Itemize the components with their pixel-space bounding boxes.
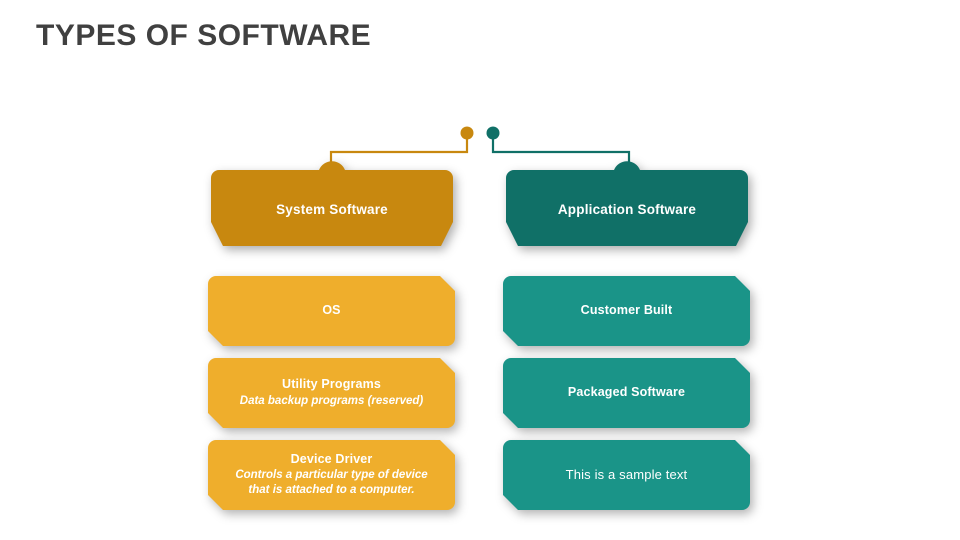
branch-application-software[interactable]: Application Software [506, 160, 748, 246]
child-subtitle-device-driver-line2: that is attached to a computer. [248, 484, 415, 497]
child-box-packaged-software[interactable]: Packaged Software [503, 358, 750, 428]
branch-header-application[interactable]: Application Software [506, 160, 748, 246]
child-title-os: OS [322, 303, 341, 318]
child-title-sample-text: This is a sample text [565, 466, 688, 482]
connector-lines [329, 126, 631, 170]
page-title: TYPES OF SOFTWARE [36, 19, 372, 52]
child-subtitle-utility-programs: Data backup programs (reserved) [239, 394, 424, 407]
branch-system-software[interactable]: System Software [211, 160, 453, 246]
child-title-packaged-software: Packaged Software [567, 385, 686, 400]
connector-dot-system [460, 126, 474, 140]
branch-label-system: System Software [276, 201, 388, 217]
child-list-system: OS Utility Programs Data backup programs… [208, 264, 455, 510]
child-box-utility-programs[interactable]: Utility Programs Data backup programs (r… [208, 358, 455, 428]
child-box-customer-built[interactable]: Customer Built [503, 276, 750, 346]
child-subtitle-device-driver-line1: Controls a particular type of device [235, 469, 428, 482]
child-title-device-driver: Device Driver [290, 451, 373, 466]
branch-header-system[interactable]: System Software [211, 160, 453, 246]
connector-dot-application [486, 126, 500, 140]
child-title-customer-built: Customer Built [580, 303, 673, 318]
child-box-os[interactable]: OS [208, 276, 455, 346]
child-list-application: Customer Built Packaged Software This is… [503, 264, 750, 510]
slide-canvas: TYPES OF SOFTWARE System Software OS Uti… [0, 0, 960, 540]
child-box-device-driver[interactable]: Device Driver Controls a particular type… [208, 440, 455, 510]
child-box-sample-text[interactable]: This is a sample text [503, 440, 750, 510]
child-title-utility-programs: Utility Programs [282, 377, 381, 392]
branch-label-application: Application Software [557, 201, 697, 217]
